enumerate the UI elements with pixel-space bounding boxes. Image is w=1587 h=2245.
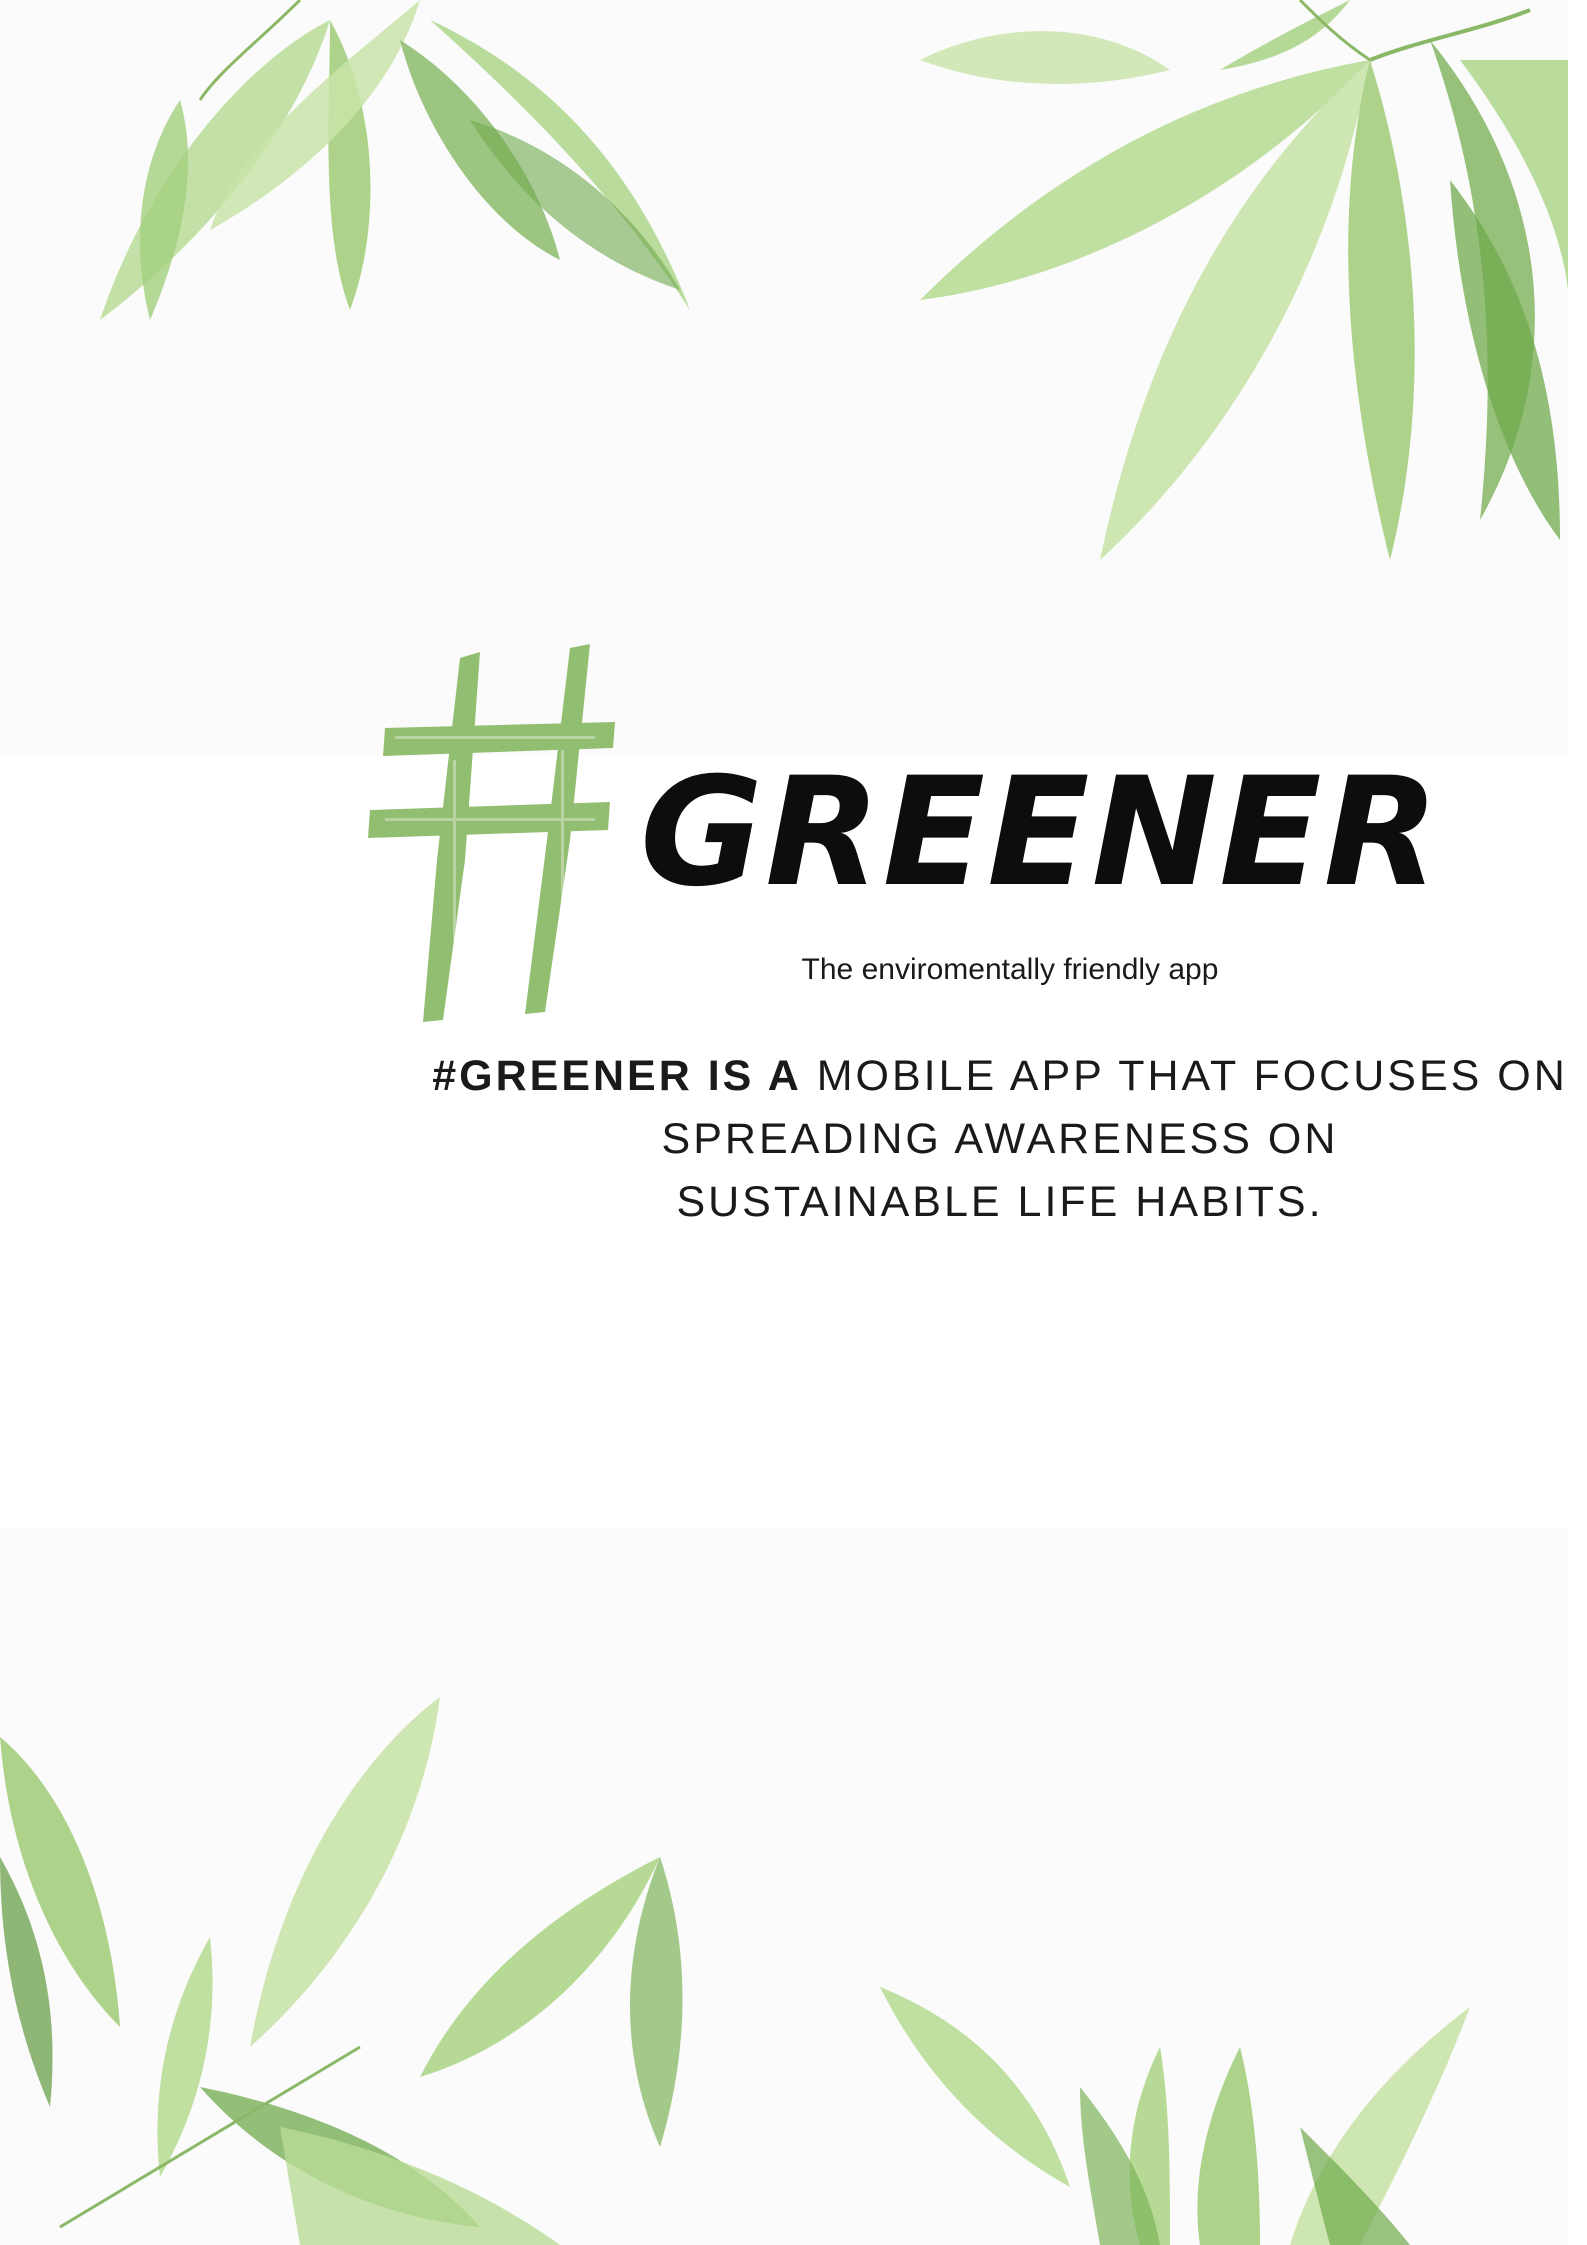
description-line-3: SUSTAINABLE LIFE HABITS. <box>676 1178 1324 1226</box>
description-line-1-rest: MOBILE APP THAT FOCUSES ON <box>801 1052 1568 1100</box>
app-title: GREENER <box>640 746 1442 920</box>
leaf-cluster-bottom-left <box>0 1697 683 2245</box>
description-line-2: SPREADING AWARENESS ON <box>661 1115 1339 1163</box>
description-lead: #GREENER IS A <box>432 1052 802 1100</box>
leaves-top-graphic <box>100 0 1568 560</box>
brush-hashtag-icon <box>368 644 615 1022</box>
leaves-photo-top <box>0 0 1568 755</box>
description-line-1: #GREENER IS A MOBILE APP THAT FOCUSES ON <box>400 1045 1587 1108</box>
app-description: #GREENER IS A MOBILE APP THAT FOCUSES ON… <box>400 1045 1587 1234</box>
leaves-bottom-graphic <box>0 1697 1470 2245</box>
leaf-cluster-bottom-right <box>880 1987 1470 2245</box>
app-tagline: The enviromentally friendly app <box>801 953 1219 986</box>
leaf-cluster-top-left <box>100 0 690 320</box>
greener-flyer-page: GREENER The enviromentally friendly app … <box>0 0 1587 2245</box>
leaf-cluster-top-right <box>920 0 1568 560</box>
leaves-photo-bottom <box>0 1527 1568 2245</box>
